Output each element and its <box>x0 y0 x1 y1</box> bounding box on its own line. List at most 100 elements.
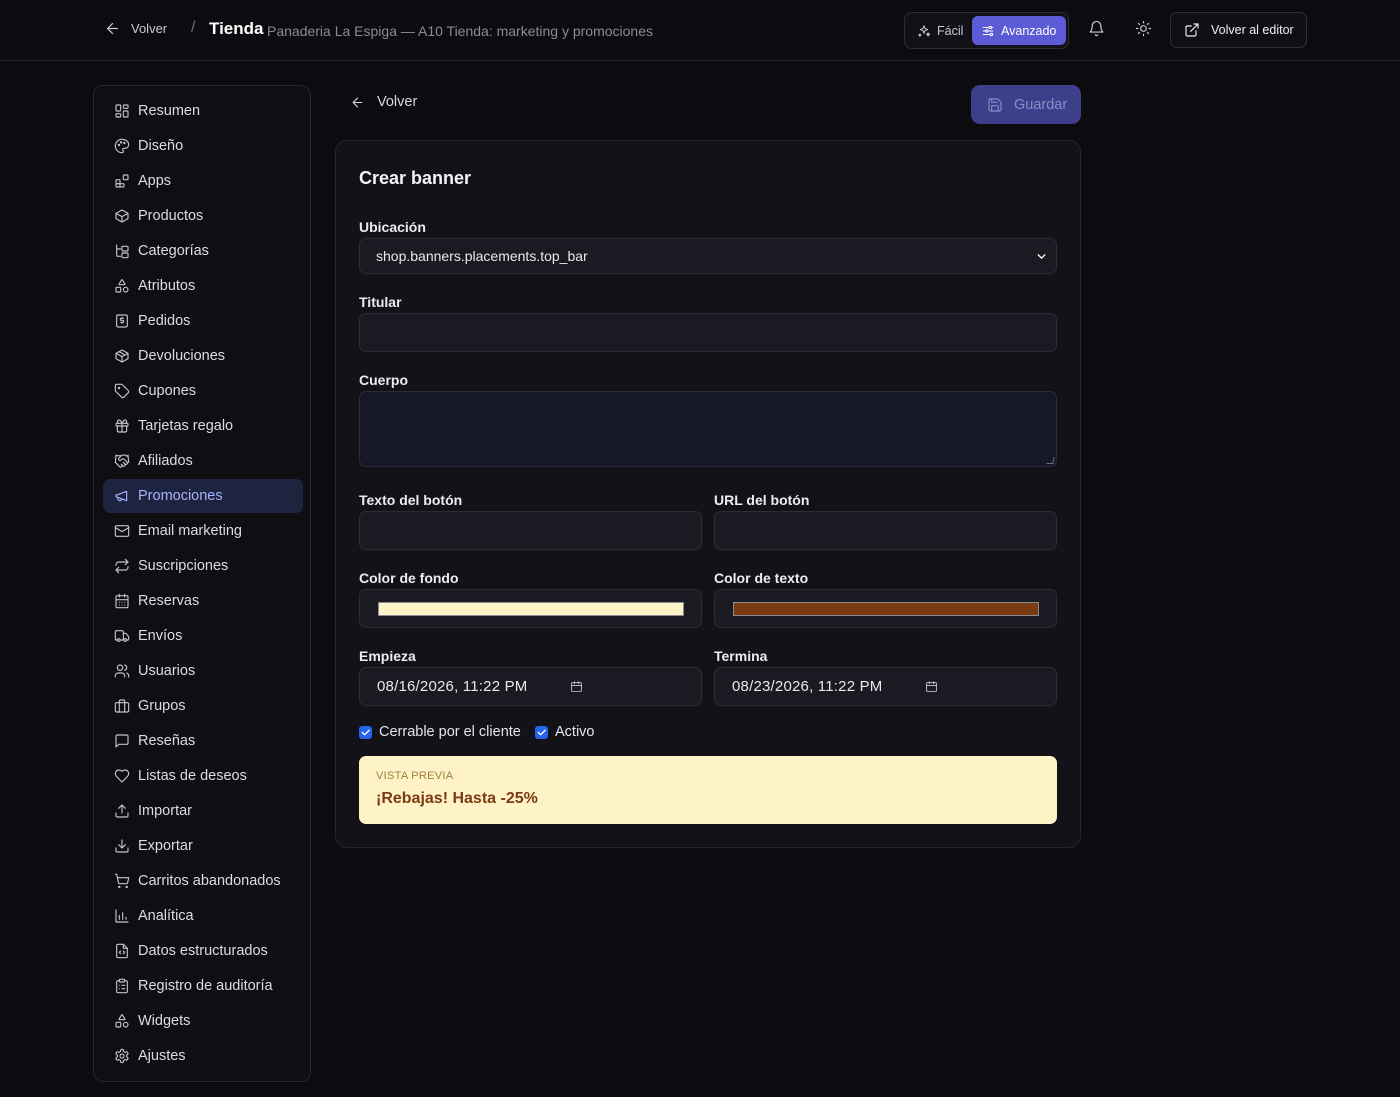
button-text-input[interactable] <box>359 511 702 550</box>
tag-icon <box>114 383 130 399</box>
button-text-label: Texto del botón <box>359 492 463 508</box>
resize-handle[interactable] <box>1046 457 1055 464</box>
mode-easy-button[interactable]: Fácil <box>908 16 972 45</box>
calendar-icon[interactable] <box>570 680 583 693</box>
active-checkbox[interactable]: Activo <box>535 724 595 740</box>
sidebar-item-label: Usuarios <box>138 663 196 679</box>
text-color-picker[interactable] <box>714 589 1057 628</box>
sidebar-item-grupos[interactable]: Grupos <box>103 689 303 723</box>
top-back-label: Volver <box>131 21 168 36</box>
sidebar-item-promociones[interactable]: Promociones <box>103 479 303 513</box>
sidebar-item-usuarios[interactable]: Usuarios <box>103 654 303 688</box>
checkbox-checked[interactable] <box>535 725 548 739</box>
sidebar-item-afiliados[interactable]: Afiliados <box>103 444 303 478</box>
sidebar-item-tarjetas-regalo[interactable]: Tarjetas regalo <box>103 409 303 443</box>
sidebar-item-cupones[interactable]: Cupones <box>103 374 303 408</box>
external-link-icon <box>1184 22 1200 38</box>
sidebar-item-label: Envíos <box>138 628 183 644</box>
box-icon <box>114 208 130 224</box>
button-url-input[interactable] <box>714 511 1057 550</box>
bell-icon <box>1088 20 1105 37</box>
placement-label: Ubicación <box>359 219 426 235</box>
text-color-swatch <box>733 602 1039 616</box>
sidebar-item-categorias[interactable]: Categorías <box>103 234 303 268</box>
heart-icon <box>114 768 130 784</box>
main-back-label: Volver <box>377 94 418 110</box>
body-label: Cuerpo <box>359 372 408 388</box>
end-datetime-input[interactable]: 08/23/2026, 11:22 PM <box>714 667 1057 706</box>
body-textarea[interactable] <box>359 391 1057 467</box>
users-icon <box>114 663 130 679</box>
sidebar-item-email-marketing[interactable]: Email marketing <box>103 514 303 548</box>
sidebar-item-envios[interactable]: Envíos <box>103 619 303 653</box>
download-icon <box>114 838 130 854</box>
calendar-icon <box>114 593 130 609</box>
palette-icon <box>114 138 130 154</box>
shapes-icon <box>114 1013 130 1029</box>
text-color-label: Color de texto <box>714 570 809 586</box>
sidebar-item-analitica[interactable]: Analítica <box>103 899 303 933</box>
sidebar-item-resenas[interactable]: Reseñas <box>103 724 303 758</box>
sidebar-item-suscripciones[interactable]: Suscripciones <box>103 549 303 583</box>
save-button[interactable]: Guardar <box>971 85 1081 124</box>
closable-checkbox[interactable]: Cerrable por el cliente <box>359 724 521 740</box>
notifications-button[interactable] <box>1088 20 1105 37</box>
sidebar-item-productos[interactable]: Productos <box>103 199 303 233</box>
sidebar-item-label: Carritos abandonados <box>138 873 281 889</box>
sidebar-item-registro-de-auditoria[interactable]: Registro de auditoría <box>103 969 303 1003</box>
sidebar-item-ajustes[interactable]: Ajustes <box>103 1039 303 1073</box>
end-label: Termina <box>714 648 768 664</box>
sidebar-item-carritos-abandonados[interactable]: Carritos abandonados <box>103 864 303 898</box>
sidebar-item-pedidos[interactable]: Pedidos <box>103 304 303 338</box>
mode-advanced-button[interactable]: Avanzado <box>972 16 1066 45</box>
sidebar-item-apps[interactable]: Apps <box>103 164 303 198</box>
sidebar-item-label: Exportar <box>138 838 193 854</box>
breadcrumb-separator: / <box>191 19 196 36</box>
banner-form-card: Crear banner Ubicación shop.banners.plac… <box>335 140 1081 848</box>
sidebar-item-listas-de-deseos[interactable]: Listas de deseos <box>103 759 303 793</box>
sidebar-item-devoluciones[interactable]: Devoluciones <box>103 339 303 373</box>
package-return-icon <box>114 348 130 364</box>
top-back-button[interactable]: Volver <box>104 20 167 37</box>
placement-select[interactable]: shop.banners.placements.top_bar <box>359 238 1057 274</box>
sidebar-item-label: Suscripciones <box>138 558 229 574</box>
sidebar-item-datos-estructurados[interactable]: Datos estructurados <box>103 934 303 968</box>
calendar-icon[interactable] <box>925 680 938 693</box>
headline-label: Titular <box>359 294 402 310</box>
sidebar-item-label: Devoluciones <box>138 348 226 364</box>
repeat-icon <box>114 558 130 574</box>
page-subtitle: Panaderia La Espiga — A10 Tienda: market… <box>267 23 654 39</box>
bg-color-label: Color de fondo <box>359 570 459 586</box>
bg-color-picker[interactable] <box>359 589 702 628</box>
gear-icon <box>114 1048 130 1064</box>
handshake-icon <box>114 453 130 469</box>
sidebar-item-diseno[interactable]: Diseño <box>103 129 303 163</box>
main-back-button[interactable]: Volver <box>350 94 417 110</box>
headline-input[interactable] <box>359 313 1057 352</box>
placement-value: shop.banners.placements.top_bar <box>376 248 588 264</box>
sidebar-item-importar[interactable]: Importar <box>103 794 303 828</box>
sidebar: Resumen Diseño Apps Productos Categorías… <box>93 85 311 1082</box>
sidebar-item-exportar[interactable]: Exportar <box>103 829 303 863</box>
upload-icon <box>114 803 130 819</box>
sidebar-item-widgets[interactable]: Widgets <box>103 1004 303 1038</box>
sparkles-icon <box>917 24 931 38</box>
sidebar-item-label: Pedidos <box>138 313 191 329</box>
preview-label: VISTA PREVIA <box>376 770 454 782</box>
back-to-editor-button[interactable]: Volver al editor <box>1170 12 1307 48</box>
sidebar-item-label: Listas de deseos <box>138 768 247 784</box>
theme-toggle-button[interactable] <box>1135 20 1152 37</box>
megaphone-icon <box>114 488 130 504</box>
clipboard-icon <box>114 978 130 994</box>
top-bar: Volver / Tienda Panaderia La Espiga — A1… <box>0 0 1400 61</box>
start-datetime-input[interactable]: 08/16/2026, 11:22 PM <box>359 667 702 706</box>
closable-label: Cerrable por el cliente <box>379 724 521 740</box>
sidebar-item-label: Reseñas <box>138 733 196 749</box>
sidebar-item-resumen[interactable]: Resumen <box>103 94 303 128</box>
mode-advanced-label: Avanzado <box>1001 23 1057 38</box>
checkbox-checked[interactable] <box>359 725 372 739</box>
active-label: Activo <box>555 724 595 740</box>
sidebar-item-reservas[interactable]: Reservas <box>103 584 303 618</box>
start-label: Empieza <box>359 648 416 664</box>
sidebar-item-atributos[interactable]: Atributos <box>103 269 303 303</box>
